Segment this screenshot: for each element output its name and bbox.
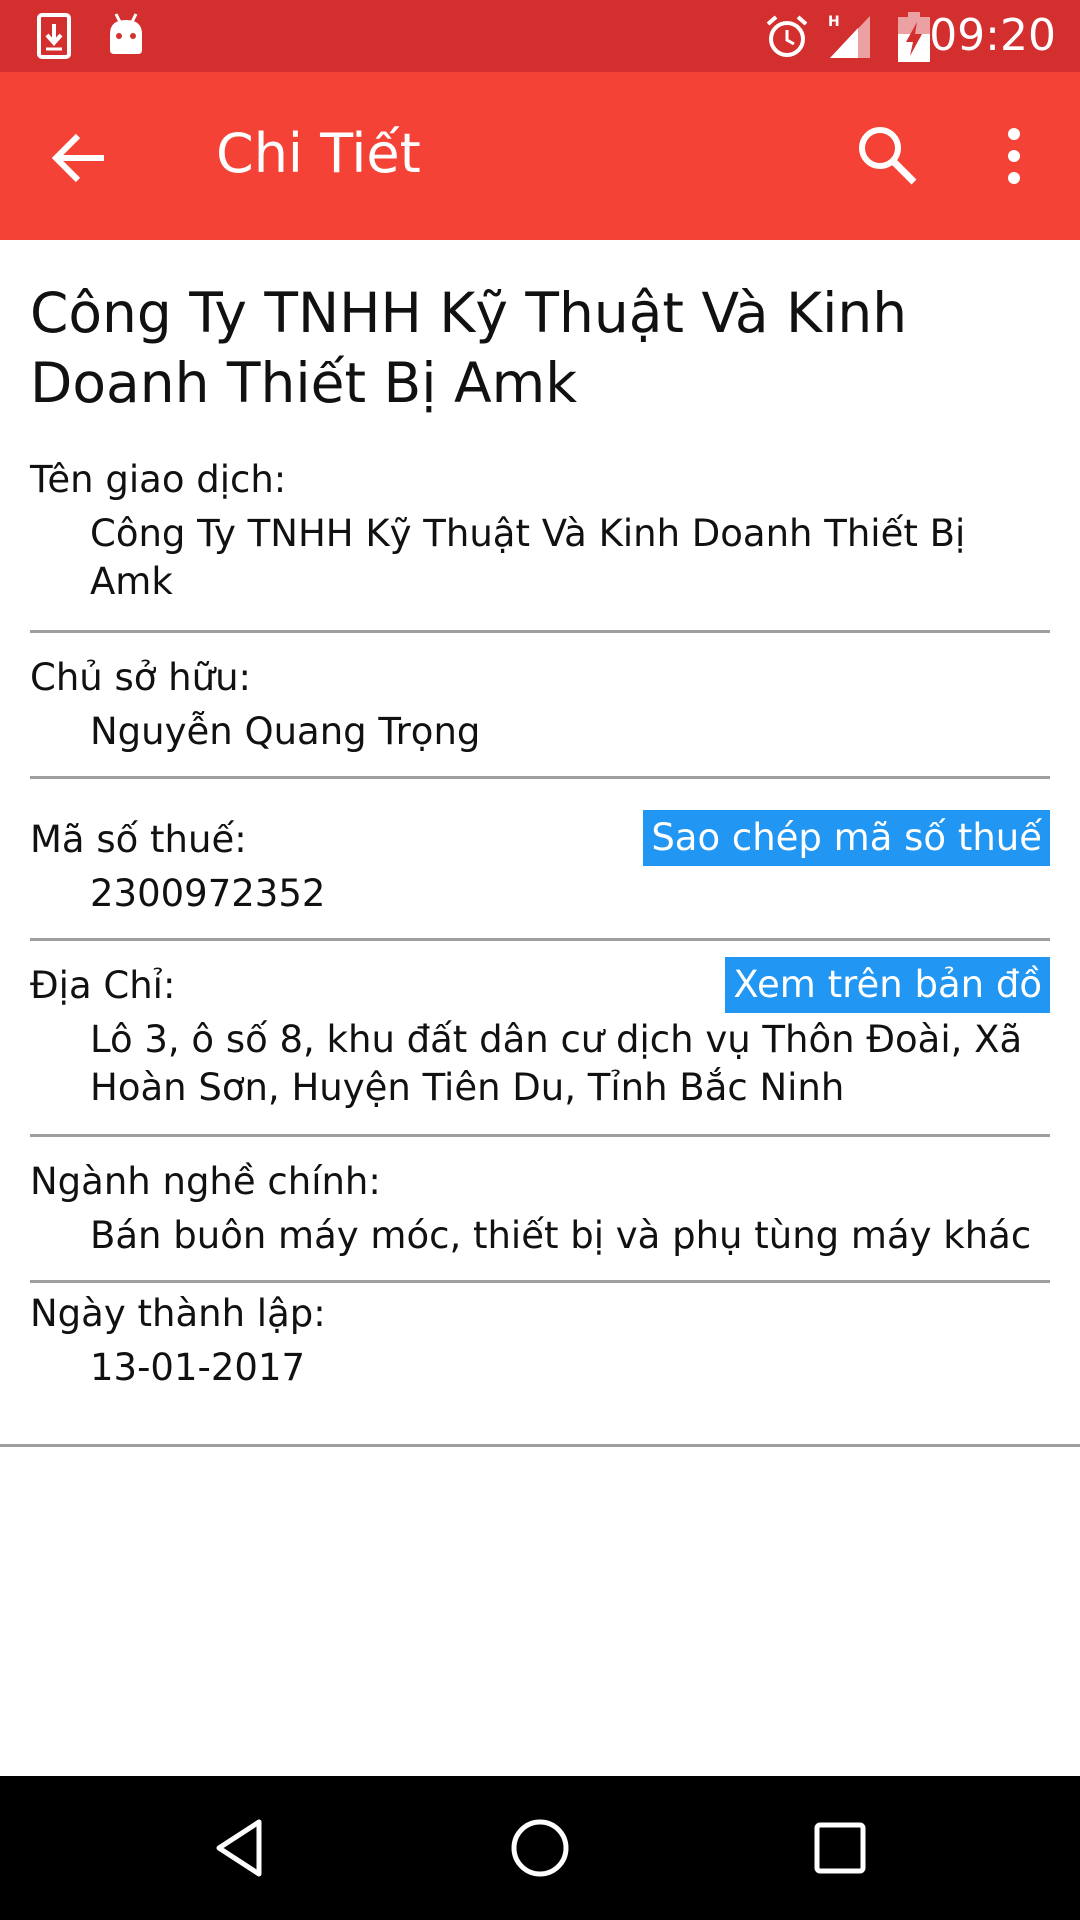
- field-value: Lô 3, ô số 8, khu đất dân cư dịch vụ Thô…: [90, 1018, 1023, 1109]
- nav-recents-icon[interactable]: [804, 1812, 876, 1884]
- field-value: 13-01-2017: [90, 1346, 306, 1389]
- nav-back-icon[interactable]: [205, 1812, 277, 1884]
- back-arrow-icon[interactable]: [48, 126, 112, 190]
- field-main-business: Ngành nghề chính: Bán buôn máy móc, thiế…: [30, 1160, 1050, 1260]
- more-vert-icon[interactable]: [994, 122, 1034, 190]
- field-label: Chủ sở hữu:: [30, 656, 251, 699]
- status-time: 09:20: [929, 10, 1056, 61]
- download-icon: [36, 12, 72, 64]
- signal-h-icon: H: [826, 12, 874, 64]
- field-label: Ngày thành lập:: [30, 1292, 326, 1335]
- field-value: 2300972352: [90, 872, 326, 915]
- battery-charging-icon: [898, 12, 930, 66]
- field-value: Công Ty TNHH Kỹ Thuật Và Kinh Doanh Thiế…: [90, 512, 966, 603]
- divider: [30, 938, 1050, 941]
- status-bar: H 09:20: [0, 0, 1080, 72]
- screen: H 09:20 Chi Tiết Công Ty TNHH Kỹ Thuật V…: [0, 0, 1080, 1920]
- field-trade-name: Tên giao dịch: Công Ty TNHH Kỹ Thuật Và …: [30, 458, 1050, 606]
- company-name-heading: Công Ty TNHH Kỹ Thuật Và Kinh Doanh Thiế…: [30, 281, 908, 415]
- alarm-icon: [764, 14, 810, 64]
- svg-text:H: H: [828, 14, 840, 30]
- divider: [0, 1444, 1080, 1447]
- field-owner: Chủ sở hữu: Nguyễn Quang Trọng: [30, 656, 1050, 756]
- divider: [30, 1280, 1050, 1283]
- field-label: Ngành nghề chính:: [30, 1160, 381, 1203]
- field-label: Tên giao dịch:: [30, 458, 287, 501]
- navigation-bar: [0, 1776, 1080, 1920]
- field-value: Nguyễn Quang Trọng: [90, 710, 481, 753]
- app-bar: Chi Tiết: [0, 72, 1080, 240]
- copy-tax-code-button[interactable]: Sao chép mã số thuế: [643, 810, 1050, 866]
- divider: [30, 776, 1050, 779]
- search-icon[interactable]: [854, 122, 922, 190]
- field-founded: Ngày thành lập: 13-01-2017: [30, 1292, 1050, 1392]
- android-icon: [106, 12, 146, 62]
- field-value: Bán buôn máy móc, thiết bị và phụ tùng m…: [90, 1214, 1032, 1257]
- view-on-map-button[interactable]: Xem trên bản đồ: [725, 957, 1050, 1013]
- nav-home-icon[interactable]: [504, 1812, 576, 1884]
- page-title: Chi Tiết: [216, 122, 421, 185]
- divider: [30, 1134, 1050, 1137]
- divider: [30, 630, 1050, 633]
